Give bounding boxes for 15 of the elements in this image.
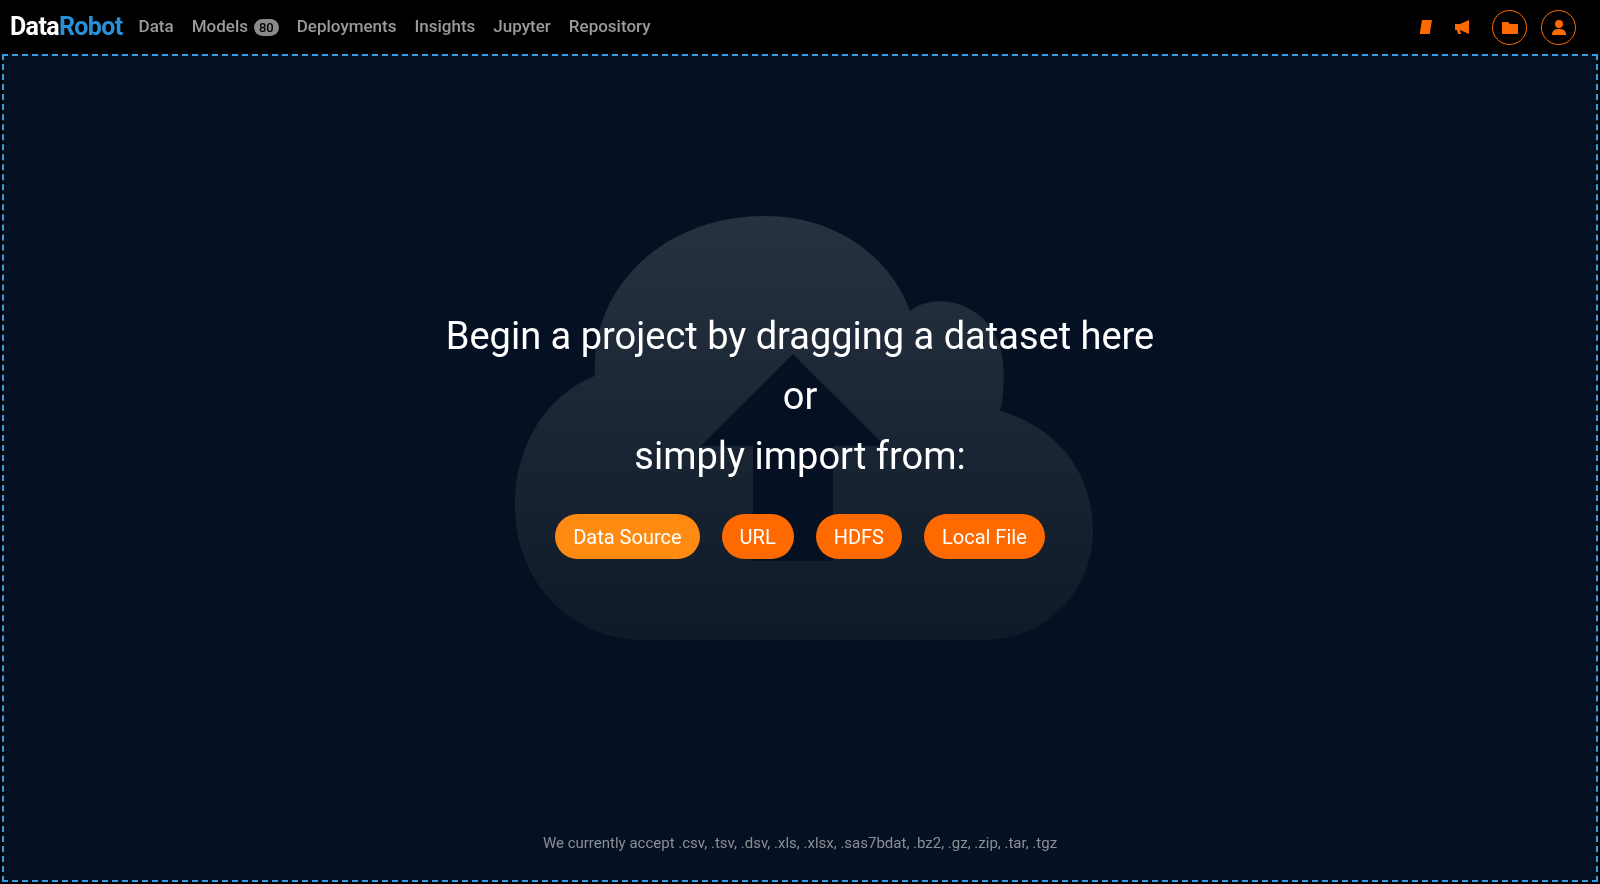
folder-icon: [1501, 20, 1518, 34]
user-icon: [1551, 19, 1566, 35]
nav-link[interactable]: Data: [138, 14, 174, 40]
heading-text: simply import from:: [634, 433, 966, 480]
heading-text: or: [782, 373, 818, 420]
logo[interactable]: DataRobot: [10, 8, 123, 46]
nav-link[interactable]: Deployments: [296, 14, 397, 40]
count-badge: 80: [254, 18, 279, 36]
nav-link[interactable]: Repository: [568, 14, 651, 40]
nav-link[interactable]: Models 80: [191, 14, 279, 40]
heading-text: Begin a project by dragging a dataset here: [445, 313, 1155, 360]
nav-link[interactable]: Jupyter: [493, 14, 551, 40]
accepted-formats-note: We currently accept .csv, .tsv, .dsv, .xls, .xlsx, .sas7bdat, .bz2, .gz, .zip, .tar, .tgz: [542, 832, 1058, 854]
megaphone-icon[interactable]: [1454, 19, 1472, 35]
nav-link[interactable]: Insights: [414, 14, 476, 40]
